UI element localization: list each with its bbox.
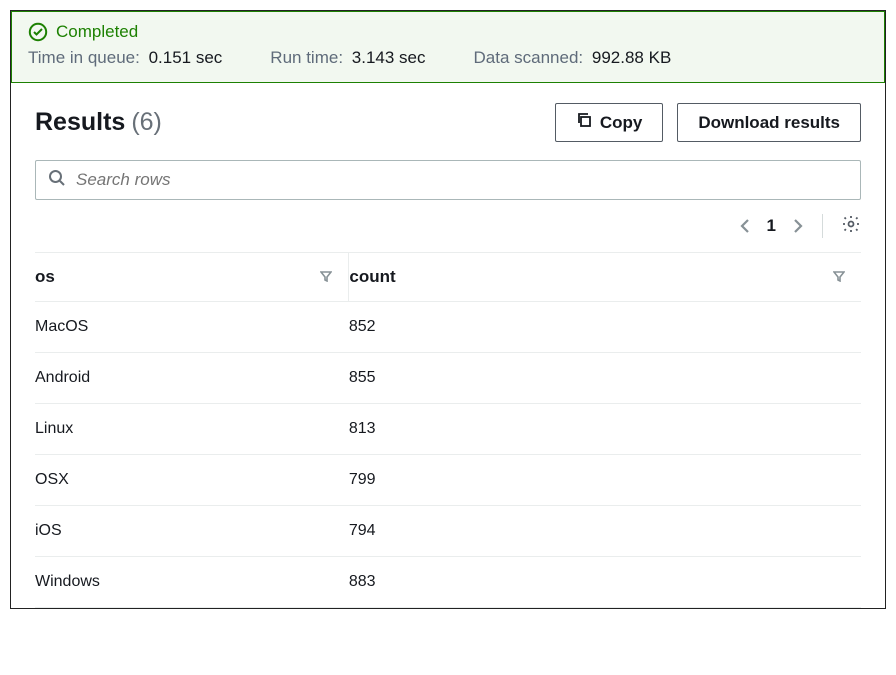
cell-os: OSX	[35, 455, 349, 506]
table-row[interactable]: Android855	[35, 353, 861, 404]
results-table: os count	[35, 252, 861, 608]
search-box[interactable]	[35, 160, 861, 200]
results-count: (6)	[131, 108, 162, 137]
next-page-button[interactable]	[790, 217, 804, 235]
download-results-button[interactable]: Download results	[677, 103, 861, 142]
metric-scanned: Data scanned: 992.88 KB	[474, 48, 672, 68]
cell-count: 794	[349, 506, 861, 557]
check-circle-icon	[28, 22, 48, 42]
copy-button[interactable]: Copy	[555, 103, 664, 142]
table-row[interactable]: OSX799	[35, 455, 861, 506]
results-panel: Completed Time in queue: 0.151 sec Run t…	[10, 10, 886, 609]
status-bar: Completed Time in queue: 0.151 sec Run t…	[11, 11, 885, 83]
cell-count: 852	[349, 302, 861, 353]
table-row[interactable]: MacOS852	[35, 302, 861, 353]
prev-page-button[interactable]	[739, 217, 753, 235]
column-header-count[interactable]: count	[349, 253, 861, 302]
metric-queue: Time in queue: 0.151 sec	[28, 48, 222, 68]
table-row[interactable]: Windows883	[35, 557, 861, 608]
cell-count: 813	[349, 404, 861, 455]
metric-runtime: Run time: 3.143 sec	[270, 48, 425, 68]
search-input[interactable]	[76, 170, 848, 190]
table-row[interactable]: iOS794	[35, 506, 861, 557]
table-row[interactable]: Linux813	[35, 404, 861, 455]
results-title: Results	[35, 108, 125, 137]
settings-button[interactable]	[841, 214, 861, 238]
filter-icon[interactable]	[320, 267, 332, 287]
cell-os: Linux	[35, 404, 349, 455]
status-label: Completed	[56, 22, 138, 42]
cell-os: Windows	[35, 557, 349, 608]
cell-os: MacOS	[35, 302, 349, 353]
copy-icon	[576, 112, 592, 133]
cell-count: 855	[349, 353, 861, 404]
search-icon	[48, 169, 66, 191]
filter-icon[interactable]	[833, 267, 845, 287]
cell-count: 799	[349, 455, 861, 506]
page-number: 1	[767, 216, 776, 236]
cell-os: iOS	[35, 506, 349, 557]
cell-os: Android	[35, 353, 349, 404]
gear-icon	[841, 214, 861, 238]
cell-count: 883	[349, 557, 861, 608]
column-header-os[interactable]: os	[35, 253, 349, 302]
